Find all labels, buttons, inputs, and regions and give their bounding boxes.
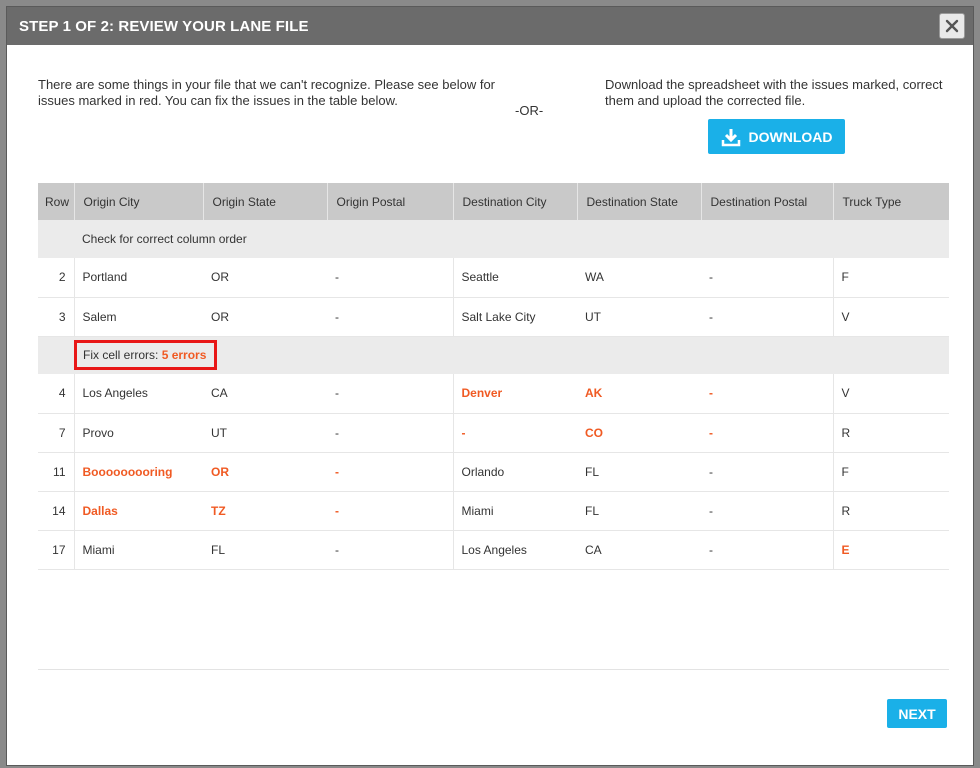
modal-title: STEP 1 OF 2: REVIEW YOUR LANE FILE xyxy=(19,17,309,35)
origin-postal-cell[interactable]: - xyxy=(327,413,454,453)
row-number: 7 xyxy=(38,413,75,453)
lanes-table-container: Row Origin City Origin State Origin Post… xyxy=(38,183,949,570)
origin-city-cell[interactable]: Miami xyxy=(74,530,203,570)
origin-city-cell[interactable]: Salem xyxy=(74,297,203,337)
modal-header: STEP 1 OF 2: REVIEW YOUR LANE FILE xyxy=(7,7,973,45)
fix-cell-errors-highlight: Fix cell errors: 5 errors xyxy=(74,340,218,371)
origin-state-cell-error[interactable]: TZ xyxy=(203,491,327,531)
destination-postal-cell-error[interactable]: - xyxy=(701,374,834,414)
table-row[interactable]: 11 Booooooooring OR - Orlando FL - F xyxy=(38,452,949,492)
destination-city-cell[interactable]: Seattle xyxy=(453,258,577,298)
footer-divider xyxy=(38,669,949,670)
truck-type-cell[interactable]: V xyxy=(833,374,949,414)
row-number: 11 xyxy=(38,452,75,492)
error-count-link[interactable]: 5 errors xyxy=(162,348,207,362)
table-row[interactable]: 17 Miami FL - Los Angeles CA - E xyxy=(38,530,949,570)
origin-postal-cell[interactable]: - xyxy=(327,374,454,414)
table-header-row: Row Origin City Origin State Origin Post… xyxy=(38,183,949,220)
destination-postal-cell[interactable]: - xyxy=(701,491,834,531)
destination-state-cell[interactable]: CA xyxy=(577,530,701,570)
destination-state-cell[interactable]: FL xyxy=(577,452,701,492)
section-row-cell-errors: Fix cell errors: 5 errors xyxy=(38,336,949,374)
destination-city-cell[interactable]: Miami xyxy=(453,491,577,531)
truck-type-cell-error[interactable]: E xyxy=(833,530,949,570)
column-header: Row xyxy=(38,183,75,220)
download-icon xyxy=(721,128,740,146)
intro-section: There are some things in your file that … xyxy=(38,77,943,157)
row-number: 4 xyxy=(38,374,75,414)
origin-state-cell[interactable]: FL xyxy=(203,530,327,570)
next-button[interactable]: NEXT xyxy=(887,699,947,728)
origin-city-cell-error[interactable]: Booooooooring xyxy=(74,452,203,492)
destination-city-cell[interactable]: Salt Lake City xyxy=(453,297,577,337)
download-label: DOWNLOAD xyxy=(748,128,833,145)
origin-postal-cell-error[interactable]: - xyxy=(327,491,454,531)
table-row[interactable]: 7 Provo UT - - CO - R xyxy=(38,413,949,453)
column-header: Origin Postal xyxy=(327,183,454,220)
destination-state-cell-error[interactable]: AK xyxy=(577,374,701,414)
intro-instructions: There are some things in your file that … xyxy=(38,77,495,108)
destination-postal-cell-error[interactable]: - xyxy=(701,413,834,453)
origin-state-cell[interactable]: OR xyxy=(203,297,327,337)
destination-city-cell[interactable]: Los Angeles xyxy=(453,530,577,570)
row-number: 2 xyxy=(38,258,75,298)
truck-type-cell[interactable]: R xyxy=(833,413,949,453)
column-header: Destination Postal xyxy=(701,183,834,220)
origin-postal-cell-error[interactable]: - xyxy=(327,452,454,492)
section-label: Fix cell errors: xyxy=(83,348,159,363)
row-number: 14 xyxy=(38,491,75,531)
destination-state-cell-error[interactable]: CO xyxy=(577,413,701,453)
destination-city-cell-error[interactable]: - xyxy=(453,413,577,453)
destination-postal-cell[interactable]: - xyxy=(701,297,834,337)
close-icon xyxy=(945,19,959,33)
destination-postal-cell[interactable]: - xyxy=(701,258,834,298)
column-header: Destination City xyxy=(453,183,578,220)
table-row[interactable]: 14 Dallas TZ - Miami FL - R xyxy=(38,491,949,531)
column-header: Origin City xyxy=(74,183,204,220)
column-header: Destination State xyxy=(577,183,702,220)
destination-state-cell[interactable]: FL xyxy=(577,491,701,531)
section-row-column-order: Check for correct column order xyxy=(38,220,949,258)
column-header: Truck Type xyxy=(833,183,949,220)
review-lane-file-modal: STEP 1 OF 2: REVIEW YOUR LANE FILE There… xyxy=(6,6,974,766)
lanes-table: Row Origin City Origin State Origin Post… xyxy=(38,183,949,570)
table-row[interactable]: 4 Los Angeles CA - Denver AK - V xyxy=(38,374,949,414)
section-label: Check for correct column order xyxy=(74,220,949,258)
origin-postal-cell[interactable]: - xyxy=(327,297,454,337)
truck-type-cell[interactable]: R xyxy=(833,491,949,531)
destination-postal-cell[interactable]: - xyxy=(701,530,834,570)
origin-postal-cell[interactable]: - xyxy=(327,530,454,570)
download-button[interactable]: DOWNLOAD xyxy=(708,119,845,154)
download-instructions: Download the spreadsheet with the issues… xyxy=(605,77,943,108)
origin-state-cell[interactable]: UT xyxy=(203,413,327,453)
destination-city-cell[interactable]: Orlando xyxy=(453,452,577,492)
origin-state-cell[interactable]: OR xyxy=(203,258,327,298)
origin-city-cell[interactable]: Portland xyxy=(74,258,203,298)
column-header: Origin State xyxy=(203,183,328,220)
origin-state-cell[interactable]: CA xyxy=(203,374,327,414)
origin-city-cell-error[interactable]: Dallas xyxy=(74,491,203,531)
destination-city-cell-error[interactable]: Denver xyxy=(453,374,577,414)
origin-city-cell[interactable]: Los Angeles xyxy=(74,374,203,414)
close-button[interactable] xyxy=(939,13,965,39)
destination-postal-cell[interactable]: - xyxy=(701,452,834,492)
destination-state-cell[interactable]: WA xyxy=(577,258,701,298)
row-number: 3 xyxy=(38,297,75,337)
table-row[interactable]: 2 Portland OR - Seattle WA - F xyxy=(38,258,949,298)
table-row[interactable]: 3 Salem OR - Salt Lake City UT - V xyxy=(38,297,949,337)
destination-state-cell[interactable]: UT xyxy=(577,297,701,337)
or-separator: -OR- xyxy=(515,103,544,118)
origin-state-cell-error[interactable]: OR xyxy=(203,452,327,492)
truck-type-cell[interactable]: F xyxy=(833,258,949,298)
origin-postal-cell[interactable]: - xyxy=(327,258,454,298)
origin-city-cell[interactable]: Provo xyxy=(74,413,203,453)
row-number: 17 xyxy=(38,530,75,570)
truck-type-cell[interactable]: V xyxy=(833,297,949,337)
truck-type-cell[interactable]: F xyxy=(833,452,949,492)
